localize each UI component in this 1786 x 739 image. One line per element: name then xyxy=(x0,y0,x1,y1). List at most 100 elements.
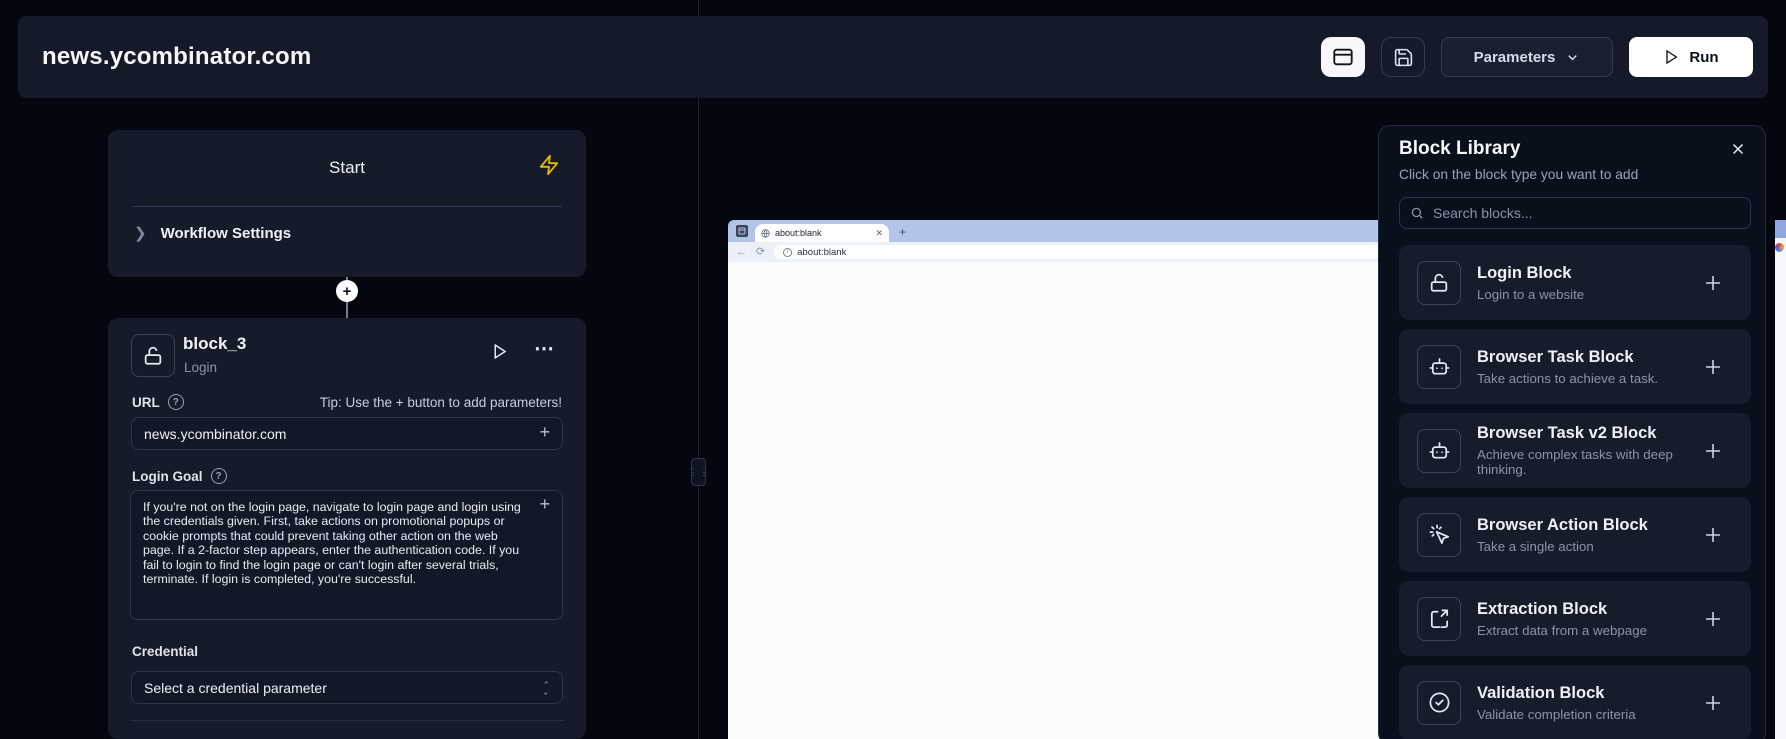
credential-label: Credential xyxy=(132,644,198,659)
tab-search-icon[interactable] xyxy=(736,225,748,237)
app-window: ⋮⋮ about:blank ✕ + ← ⟳ i about:blank xyxy=(0,0,1786,739)
login-goal-label: Login Goal xyxy=(132,469,203,484)
library-item-description: Validate completion criteria xyxy=(1477,707,1636,722)
chevron-down-icon xyxy=(1565,50,1580,65)
browser-tab[interactable]: about:blank ✕ xyxy=(755,224,889,242)
library-item-title: Browser Task v2 Block xyxy=(1477,424,1685,443)
app-window-icon xyxy=(1332,46,1354,68)
zap-icon xyxy=(538,154,560,176)
url-add-parameter-icon[interactable]: + xyxy=(539,422,550,443)
check-circle-icon xyxy=(1417,681,1461,725)
browser-panel-button[interactable] xyxy=(1321,37,1365,77)
login-block-node[interactable]: block_3 Login ⋯ URL ? Tip: Use the + but… xyxy=(108,318,586,739)
add-icon[interactable] xyxy=(1701,355,1725,379)
bot-icon xyxy=(1417,345,1461,389)
block-library-subtitle: Click on the block type you want to add xyxy=(1399,167,1751,182)
goal-help-icon[interactable]: ? xyxy=(211,468,227,484)
run-label: Run xyxy=(1689,49,1718,66)
browser-preview: about:blank ✕ + ← ⟳ i about:blank xyxy=(728,220,1390,739)
browser-toolbar: ← ⟳ i about:blank xyxy=(728,242,1390,262)
play-icon xyxy=(1663,49,1679,65)
save-button[interactable] xyxy=(1381,37,1425,77)
more-options-icon[interactable]: ⋯ xyxy=(534,336,556,361)
goal-label-row: Login Goal ? xyxy=(132,468,562,484)
add-icon[interactable] xyxy=(1701,691,1725,715)
start-node-title: Start xyxy=(108,158,586,178)
extract-icon xyxy=(1417,597,1461,641)
add-block-button[interactable]: + xyxy=(336,280,358,302)
library-item-title: Validation Block xyxy=(1477,684,1636,703)
add-icon[interactable] xyxy=(1701,439,1725,463)
page-info-icon[interactable]: i xyxy=(783,248,792,257)
library-item[interactable]: Validation Block Validate completion cri… xyxy=(1399,665,1751,739)
library-item-description: Achieve complex tasks with deep thinking… xyxy=(1477,447,1685,477)
edge-sliver-tabstrip xyxy=(1775,220,1786,238)
library-item-description: Take actions to achieve a task. xyxy=(1477,371,1658,386)
workflow-header: news.ycombinator.com Parameters Run xyxy=(18,16,1768,98)
url-label: URL xyxy=(132,395,160,410)
library-item-title: Extraction Block xyxy=(1477,600,1647,619)
tab-close-icon[interactable]: ✕ xyxy=(875,228,883,239)
start-node-divider xyxy=(132,206,562,207)
library-item-title: Browser Action Block xyxy=(1477,516,1648,535)
back-icon[interactable]: ← xyxy=(736,247,747,258)
url-help-icon[interactable]: ? xyxy=(168,394,184,410)
library-item-description: Take a single action xyxy=(1477,539,1648,554)
globe-icon xyxy=(761,229,770,238)
url-input[interactable] xyxy=(131,417,563,450)
block-library-panel: Block Library Click on the block type yo… xyxy=(1378,125,1766,739)
run-block-button[interactable] xyxy=(491,343,508,360)
library-item[interactable]: Browser Action Block Take a single actio… xyxy=(1399,497,1751,572)
add-icon[interactable] xyxy=(1701,523,1725,547)
block-type-label: Login xyxy=(184,360,217,375)
lock-open-icon xyxy=(142,345,164,367)
reload-icon[interactable]: ⟳ xyxy=(756,247,765,258)
block-search-input[interactable] xyxy=(1433,205,1740,221)
workflow-title: news.ycombinator.com xyxy=(42,43,311,71)
library-item[interactable]: Browser Task v2 Block Achieve complex ta… xyxy=(1399,413,1751,488)
block-type-icon-box xyxy=(131,334,175,377)
blank-page xyxy=(728,262,1390,739)
run-button[interactable]: Run xyxy=(1629,37,1753,77)
add-icon[interactable] xyxy=(1701,607,1725,631)
header-actions: Parameters Run xyxy=(1321,37,1753,77)
workflow-settings-label: Workflow Settings xyxy=(161,225,292,242)
close-icon[interactable] xyxy=(1729,140,1747,158)
new-tab-icon[interactable]: + xyxy=(899,225,906,239)
tab-title: about:blank xyxy=(775,228,870,238)
library-item-description: Extract data from a webpage xyxy=(1477,623,1647,638)
block-search[interactable] xyxy=(1399,197,1751,229)
workflow-settings-toggle[interactable]: ❯ Workflow Settings xyxy=(134,224,291,242)
credential-select-value: Select a credential parameter xyxy=(144,680,327,696)
goal-add-parameter-icon[interactable]: + xyxy=(539,494,550,515)
block-library-list: Login Block Login to a website Browser T… xyxy=(1399,245,1751,739)
login-goal-textarea[interactable]: If you're not on the login page, navigat… xyxy=(130,490,563,620)
edge-browser-sliver xyxy=(1775,220,1786,739)
pane-resize-handle[interactable]: ⋮⋮ xyxy=(691,458,706,486)
library-item[interactable]: Browser Task Block Take actions to achie… xyxy=(1399,329,1751,404)
pane-divider xyxy=(698,0,699,739)
pointer-click-icon xyxy=(1417,513,1461,557)
url-tip: Tip: Use the + button to add parameters! xyxy=(320,395,562,410)
start-node[interactable]: Start ❯ Workflow Settings xyxy=(108,130,586,277)
block-name: block_3 xyxy=(183,334,246,354)
chevrons-up-down-icon: ⌃⌃ xyxy=(542,682,550,694)
block-library-title: Block Library xyxy=(1399,138,1751,160)
edge-sliver-favicon xyxy=(1775,243,1784,252)
library-item-title: Login Block xyxy=(1477,264,1584,283)
browser-tabstrip: about:blank ✕ + xyxy=(728,220,1390,242)
add-icon[interactable] xyxy=(1701,271,1725,295)
credential-select[interactable]: Select a credential parameter ⌃⌃ xyxy=(131,671,563,704)
save-icon xyxy=(1393,47,1414,68)
chevron-right-icon: ❯ xyxy=(134,224,147,242)
bot-icon xyxy=(1417,429,1461,473)
address-bar[interactable]: i about:blank xyxy=(774,245,1382,259)
search-icon xyxy=(1410,206,1424,220)
parameters-button[interactable]: Parameters xyxy=(1441,37,1613,77)
credential-label-row: Credential xyxy=(132,644,562,659)
library-item[interactable]: Login Block Login to a website xyxy=(1399,245,1751,320)
library-item-title: Browser Task Block xyxy=(1477,348,1658,367)
library-item[interactable]: Extraction Block Extract data from a web… xyxy=(1399,581,1751,656)
url-label-row: URL ? Tip: Use the + button to add param… xyxy=(132,394,562,410)
library-item-description: Login to a website xyxy=(1477,287,1584,302)
